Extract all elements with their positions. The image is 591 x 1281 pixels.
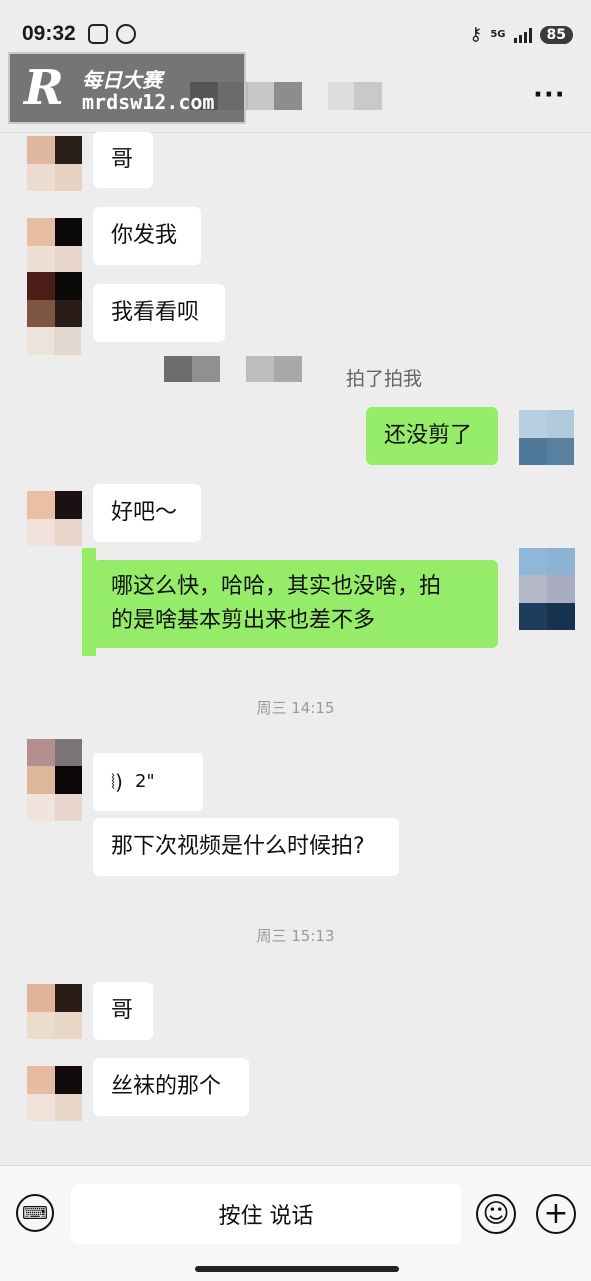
status-time: 09:32 [22,22,76,45]
message-text-line2: 的是啥基本剪出来也差不多 [111,608,376,633]
signal-icon [513,27,532,43]
timestamp: 周三 15:13 [256,927,335,945]
home-indicator[interactable] [195,1266,399,1272]
voice-wave-icon: ⦚) [111,770,123,794]
watermark-logo: R 每日大赛 mrdsw12.com [8,52,246,124]
voice-duration: 2" [134,771,155,792]
plus-icon[interactable]: + [536,1194,576,1234]
system-pat-message: 拍了拍我 [346,368,423,390]
emoji-icon[interactable]: ☺ [476,1194,516,1234]
input-bar: ⌨ 按住 说话 ☺ + [0,1165,591,1281]
message-bubble[interactable]: 你发我 [93,207,201,265]
message-bubble[interactable]: 丝袜的那个 [93,1058,249,1116]
voice-message-bubble[interactable]: ⦚) 2" [93,753,203,811]
contact-avatar[interactable] [27,491,82,546]
message-text: 丝袜的那个 [111,1074,222,1099]
notification-icon [116,24,136,44]
more-options-button[interactable]: ··· [533,80,566,110]
watermark-brand: 每日大赛 [82,68,162,92]
message-bubble[interactable]: 那下次视频是什么时候拍? [93,818,399,876]
my-avatar[interactable] [519,410,574,465]
message-text: 好吧～ [111,500,178,525]
contact-avatar[interactable] [27,739,82,821]
message-text: 哥 [111,147,134,172]
battery-icon: 85 [539,25,573,44]
screenshot-icon [88,24,108,44]
message-text: 我看看呗 [111,300,200,325]
contact-avatar[interactable] [27,1066,82,1121]
blurred-name [164,356,192,382]
my-avatar[interactable] [519,548,575,630]
key-icon: ⚷ [469,24,483,45]
contact-avatar[interactable] [27,136,82,191]
message-text: 哥 [111,998,134,1023]
contact-avatar[interactable] [27,984,82,1039]
message-text: 还没剪了 [384,423,473,448]
watermark-url: mrdsw12.com [82,90,215,114]
my-message-bubble[interactable]: 哪这么快，哈哈，其实也没啥，拍 的是啥基本剪出来也差不多 [93,560,498,648]
message-bubble[interactable]: 哥 [93,132,153,188]
my-message-bubble[interactable]: 还没剪了 [366,407,498,465]
message-bubble[interactable]: 好吧～ [93,484,201,542]
timestamp: 周三 14:15 [256,699,335,717]
hold-to-talk-button[interactable]: 按住 说话 [71,1184,461,1244]
network-type: 5G [490,28,506,40]
keyboard-icon[interactable]: ⌨ [16,1194,54,1232]
contact-avatar[interactable] [27,218,82,273]
message-bubble[interactable]: 我看看呗 [93,284,225,342]
message-bubble[interactable]: 哥 [93,982,153,1040]
message-text: 你发我 [111,223,178,248]
watermark-letter: R [24,60,64,116]
contact-avatar[interactable] [27,272,82,327]
message-text-line1: 哪这么快，哈哈，其实也没啥，拍 [111,574,442,599]
message-text: 那下次视频是什么时候拍? [111,834,365,859]
status-bar: 09:32 ⚷ 5G 85 [0,0,591,56]
